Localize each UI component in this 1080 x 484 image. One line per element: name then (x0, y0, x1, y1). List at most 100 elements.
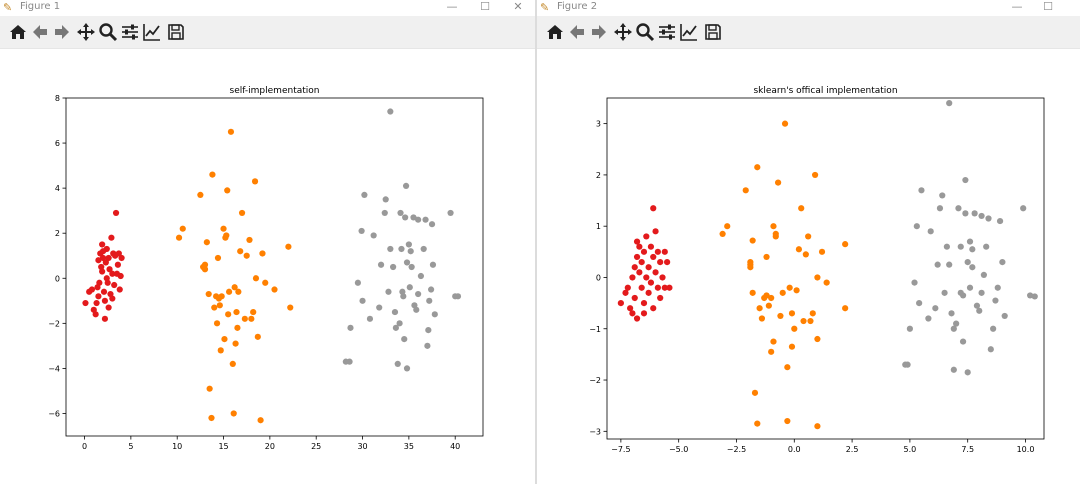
data-point-cluster-1 (214, 254, 222, 262)
configure-subplots-icon[interactable] (657, 22, 677, 42)
close-button[interactable]: ✕ (509, 0, 527, 13)
x-tick-label: 25 (311, 442, 321, 451)
data-point-cluster-1 (287, 304, 294, 311)
data-point-cluster-0 (95, 293, 102, 300)
data-point-cluster-2 (943, 243, 950, 250)
data-point-cluster-2 (382, 196, 389, 203)
data-point-cluster-2 (428, 221, 436, 228)
back-arrow-icon[interactable] (30, 22, 50, 42)
data-point-cluster-2 (987, 346, 994, 353)
data-point-cluster-2 (415, 290, 422, 298)
data-point-cluster-1 (227, 128, 235, 135)
data-point-cluster-0 (111, 281, 118, 289)
minimize-button[interactable]: — (443, 0, 461, 13)
data-point-cluster-2 (346, 358, 353, 365)
maximize-button[interactable]: ☐ (476, 0, 494, 13)
zoom-icon[interactable] (98, 22, 118, 42)
data-point-cluster-1 (243, 252, 250, 259)
data-point-cluster-0 (105, 304, 112, 311)
data-point-cluster-0 (654, 248, 661, 255)
save-icon[interactable] (703, 22, 723, 42)
back-arrow-icon[interactable] (567, 22, 587, 42)
data-point-cluster-2 (918, 187, 925, 194)
x-tick-label: 20 (265, 442, 275, 451)
data-point-cluster-1 (234, 324, 241, 331)
data-point-cluster-2 (980, 271, 987, 279)
data-point-cluster-2 (932, 305, 939, 312)
data-point-cluster-2 (426, 297, 433, 304)
forward-arrow-icon[interactable] (52, 22, 72, 42)
pan-icon[interactable] (76, 22, 96, 42)
home-icon[interactable] (545, 22, 565, 42)
figure-2-title: Figure 2 (557, 1, 598, 12)
y-tick-label: −2 (589, 376, 601, 385)
data-point-cluster-2 (990, 325, 997, 332)
data-point-cluster-2 (969, 264, 976, 271)
edit-axis-icon[interactable] (142, 22, 162, 42)
data-point-cluster-1 (205, 290, 212, 298)
maximize-button[interactable]: ☐ (1039, 0, 1057, 13)
data-point-cluster-1 (224, 187, 231, 194)
data-point-cluster-1 (795, 246, 803, 253)
zoom-icon[interactable] (635, 22, 655, 42)
data-point-cluster-2 (983, 243, 990, 250)
data-point-cluster-0 (101, 297, 109, 304)
data-point-cluster-0 (109, 295, 116, 302)
minimize-button[interactable]: — (1008, 0, 1026, 13)
home-icon[interactable] (8, 22, 28, 42)
y-tick-label: 4 (55, 184, 60, 193)
data-point-cluster-1 (209, 171, 216, 178)
data-point-cluster-1 (225, 288, 233, 295)
data-point-cluster-0 (640, 310, 648, 317)
data-point-cluster-2 (431, 311, 438, 318)
data-point-cluster-1 (754, 420, 761, 427)
data-point-cluster-2 (994, 284, 1001, 291)
chart-title: self-implementation (230, 86, 320, 96)
pan-icon[interactable] (613, 22, 633, 42)
data-point-cluster-2 (366, 315, 374, 322)
data-point-cluster-2 (406, 284, 413, 291)
data-point-cluster-1 (781, 120, 789, 127)
x-tick-label: 30 (357, 442, 367, 451)
data-point-cluster-0 (631, 264, 638, 271)
data-point-cluster-0 (652, 269, 659, 276)
data-point-cluster-0 (629, 274, 636, 281)
data-point-cluster-1 (230, 410, 237, 417)
data-point-cluster-2 (966, 284, 974, 291)
data-point-cluster-0 (92, 311, 99, 318)
data-point-cluster-1 (800, 317, 807, 325)
data-point-cluster-0 (101, 315, 109, 322)
data-point-cluster-1 (179, 225, 186, 232)
data-point-cluster-1 (802, 251, 809, 258)
data-point-cluster-2 (950, 366, 957, 373)
data-point-cluster-0 (617, 300, 624, 307)
data-point-cluster-1 (747, 264, 754, 271)
data-point-cluster-1 (235, 288, 242, 295)
data-point-cluster-1 (811, 171, 819, 179)
data-point-cluster-2 (913, 223, 920, 230)
forward-arrow-icon[interactable] (589, 22, 609, 42)
data-point-cluster-2 (978, 289, 985, 296)
data-point-cluster-2 (394, 360, 401, 367)
data-point-cluster-2 (934, 261, 941, 268)
data-point-cluster-2 (962, 210, 969, 217)
data-point-cluster-1 (252, 275, 260, 282)
plot-area-frame (606, 97, 1045, 440)
data-point-cluster-2 (396, 320, 403, 327)
x-tick-label: 0 (82, 442, 87, 451)
data-point-cluster-1 (223, 232, 230, 239)
edit-axis-icon[interactable] (679, 22, 699, 42)
save-icon[interactable] (166, 22, 186, 42)
data-point-cluster-1 (257, 417, 264, 424)
x-tick-label: 0.0 (788, 445, 801, 454)
configure-subplots-icon[interactable] (120, 22, 140, 42)
matplotlib-logo-icon: ✎ (3, 1, 13, 14)
data-point-cluster-2 (370, 232, 377, 239)
data-point-cluster-0 (82, 299, 89, 307)
data-point-cluster-0 (643, 233, 650, 240)
self-implementation-scatter-plot: self-implementation 0 5 10 15 20 25 30 35 40−6−4… (48, 86, 484, 451)
data-point-cluster-1 (248, 315, 255, 322)
data-point-cluster-0 (654, 284, 661, 291)
data-point-cluster-2 (428, 286, 435, 293)
data-point-cluster-2 (985, 215, 992, 222)
